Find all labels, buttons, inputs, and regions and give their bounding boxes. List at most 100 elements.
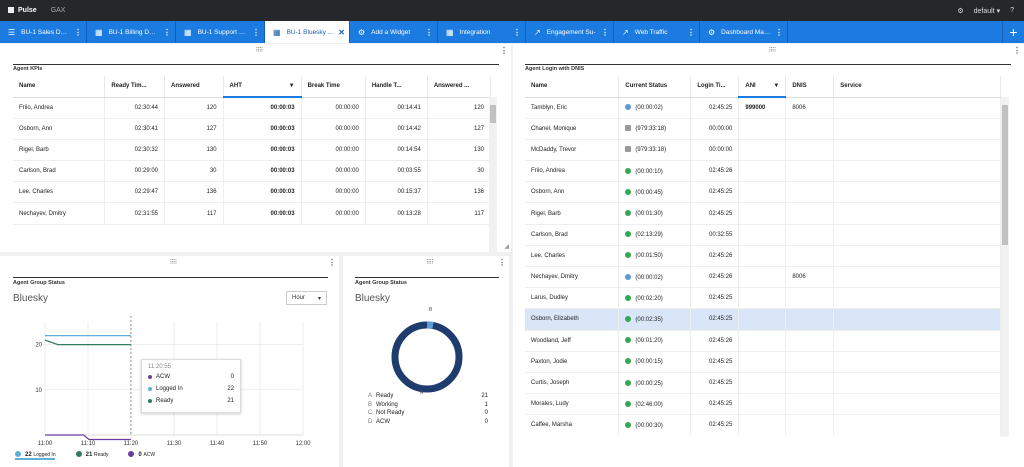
kpi-table: Name Ready Tim... Answered AHT ▼ Break Ti… <box>13 76 491 225</box>
table-row[interactable]: Lee, Charles 02:29:47 136 00:00:03 00:00:00 0… <box>13 181 491 204</box>
app-name[interactable]: Pulse <box>0 7 37 14</box>
table-cell: 00:14:54 <box>365 139 428 162</box>
tab-billing[interactable]: ▦ BU-1 Billing Dash- ⋮ <box>87 21 176 43</box>
donut-row: D ACW 0 <box>368 419 488 428</box>
table-row[interactable]: Rigel, Barb (00:01:30) 02:45:25 <box>525 202 1001 225</box>
column-header[interactable]: Answered ... <box>427 76 491 98</box>
tab-close-icon[interactable]: ✕ <box>338 28 345 37</box>
table-cell <box>738 308 787 331</box>
column-header[interactable]: Name <box>13 76 106 98</box>
agent-name: Carlson, Brad <box>525 224 620 246</box>
table-row[interactable]: Nechayev, Dmitry (00:00:02) 02:45:26 8006 <box>525 266 1001 289</box>
kpi-scrollbar[interactable] <box>489 97 497 267</box>
scroll-thumb[interactable] <box>490 105 496 123</box>
tab-menu-icon[interactable]: ⋮ <box>163 28 171 37</box>
table-cell: 00:15:37 <box>365 181 428 204</box>
table-row[interactable]: Larus, Dudley (00:02:20) 02:45:25 <box>525 287 1001 310</box>
resize-icon[interactable]: ◢ <box>504 243 509 250</box>
table-row[interactable]: Rigel, Barb 02:30:32 130 00:00:03 00:00:00 00… <box>13 139 491 162</box>
settings-gear-icon[interactable]: ⚙ <box>957 7 963 15</box>
table-cell: 130 <box>164 139 224 162</box>
tab-web-traffic[interactable]: ↗ Web Traffic ⋮ <box>614 21 700 43</box>
tab-menu-icon[interactable]: ⋮ <box>775 28 783 37</box>
legend-acw[interactable]: 0 ACW <box>128 451 155 458</box>
column-header[interactable]: Current Status <box>618 76 692 98</box>
login-scrollbar[interactable] <box>1001 97 1009 437</box>
tab-sales[interactable]: ☰ BU-1 Sales Dash- ⋮ <box>0 21 87 43</box>
column-header[interactable]: Ready Tim... <box>104 76 165 98</box>
table-row[interactable]: Woodland, Jeff (00:01:20) 02:45:26 <box>525 330 1001 352</box>
gax-link[interactable]: GAX <box>51 7 66 14</box>
tab-menu-icon[interactable]: ⋮ <box>425 28 433 37</box>
ready-status-icon <box>625 400 632 407</box>
table-row[interactable]: Osborn, Ann (00:00:45) 02:45:25 <box>525 181 1001 204</box>
column-header[interactable]: Break Time <box>301 76 366 98</box>
tab-menu-icon[interactable]: ⋮ <box>601 28 609 37</box>
scroll-thumb[interactable] <box>1002 105 1008 245</box>
table-cell: Carlson, Brad <box>13 160 106 183</box>
tab-menu-icon[interactable]: ⋮ <box>513 28 521 37</box>
tab-dashboard-manager[interactable]: ⚙ Dashboard Mana- ⋮ <box>700 21 788 43</box>
table-cell: 02:45:25 <box>690 97 740 119</box>
table-row[interactable]: Caffee, Marsha (00:00:30) 02:45:25 <box>525 414 1001 436</box>
table-row[interactable]: Osborn, Elizabeth (00:02:35) 02:45:25 <box>525 308 1001 331</box>
tab-engagement[interactable]: ↗ Engagement Su- ⋮ <box>526 21 614 43</box>
table-cell <box>785 393 835 416</box>
column-header-label: AHT <box>229 83 242 89</box>
column-header[interactable]: Login Ti... <box>690 76 740 98</box>
table-cell: 117 <box>427 202 491 225</box>
drag-handle-icon[interactable]: ⠿⠿ <box>256 47 264 54</box>
table-row[interactable]: Paxton, Jodie (00:00:15) 02:45:25 <box>525 351 1001 373</box>
table-row[interactable]: Morales, Ludy (02:46:00) 02:45:25 <box>525 393 1001 416</box>
table-cell <box>785 287 835 310</box>
table-row[interactable]: Friio, Andrea 02:30:44 120 00:00:03 00:00:00… <box>13 97 491 119</box>
tab-menu-icon[interactable]: ⋮ <box>74 28 82 37</box>
column-header-sorted[interactable]: AHT ▼ <box>223 76 302 98</box>
table-row[interactable]: McDaddy, Trevor (979:33:18) 00:00:00 <box>525 139 1001 162</box>
widget-menu-icon[interactable]: ⋮ <box>1013 46 1021 55</box>
table-cell: Friio, Andrea <box>13 97 106 119</box>
table-cell: 120 <box>427 97 491 119</box>
legend-ready[interactable]: 21 Ready <box>75 451 108 458</box>
tab-integration[interactable]: ▦ Integration ⋮ <box>438 21 526 43</box>
legend-logged-in[interactable]: 22 Logged In <box>15 451 56 458</box>
tab-menu-icon[interactable]: ⋮ <box>687 28 695 37</box>
tab-menu-icon[interactable]: ⋮ <box>252 28 260 37</box>
tab-label: Dashboard Mana- <box>721 28 771 36</box>
column-header[interactable]: Answered <box>164 76 224 98</box>
table-row[interactable]: Tamblyn, Eric (00:00:02) 02:45:25 999000 800… <box>525 97 1001 119</box>
table-cell: 117 <box>164 202 224 225</box>
agent-name: Nechayev, Dmitry <box>525 266 620 289</box>
table-row[interactable]: Carlson, Brad 00:29:00 30 00:00:03 00:00:00 0… <box>13 160 491 183</box>
drag-handle-icon[interactable]: ⠿⠿ <box>769 47 777 54</box>
table-row[interactable]: Chanel, Monique (979:33:18) 00:00:00 <box>525 118 1001 140</box>
user-menu[interactable]: default ▾ <box>974 7 1001 15</box>
row-value: 1 <box>484 401 488 408</box>
table-row[interactable]: Carlson, Brad (02:13:29) 00:32:55 <box>525 224 1001 246</box>
table-row[interactable]: Friio, Andrea (00:00:10) 02:45:26 <box>525 160 1001 183</box>
tab-support[interactable]: ▦ BU-1 Support Da- ⋮ <box>176 21 265 43</box>
widget-menu-icon[interactable]: ⋮ <box>500 46 508 55</box>
table-row[interactable]: Lee, Charles (00:01:50) 02:45:26 <box>525 245 1001 268</box>
table-row[interactable]: Curtis, Joseph (00:00:25) 02:45:25 <box>525 372 1001 395</box>
table-cell: Rigel, Barb <box>13 139 106 162</box>
status-cell: (00:01:30) <box>618 202 692 225</box>
column-header[interactable]: Name <box>525 76 620 98</box>
column-header[interactable]: Handle T... <box>365 76 428 98</box>
column-header-sorted[interactable]: ANI ▼ <box>738 76 787 98</box>
widget-title: Agent Login with DNIS <box>525 66 585 72</box>
help-icon[interactable]: ? <box>1010 7 1014 14</box>
table-cell: Lee, Charles <box>13 181 106 204</box>
table-row[interactable]: Nechayev, Dmitry 02:31:55 117 00:00:03 00:00… <box>13 202 491 225</box>
agent-group-status-donut-widget: ⠿⠿ ⋮ Agent Group Status Bluesky B A A Rea… <box>343 256 509 467</box>
add-tab-button[interactable]: + <box>1002 21 1024 43</box>
status-duration: (00:01:30) <box>635 211 663 218</box>
table-row[interactable]: Osborn, Ann 02:30:41 127 00:00:03 00:00:00 00… <box>13 118 491 140</box>
table-cell: 00:00:00 <box>301 139 366 162</box>
table-cell: 136 <box>427 181 491 204</box>
tab-bluesky[interactable]: ▦ BU-1 Bluesky Te- ✕ <box>265 21 350 43</box>
column-header[interactable]: Service <box>833 76 1001 98</box>
column-header[interactable]: DNIS <box>785 76 835 98</box>
tab-add-widget[interactable]: ⚙ Add a Widget ⋮ <box>350 21 438 43</box>
ready-status-icon <box>625 379 632 386</box>
